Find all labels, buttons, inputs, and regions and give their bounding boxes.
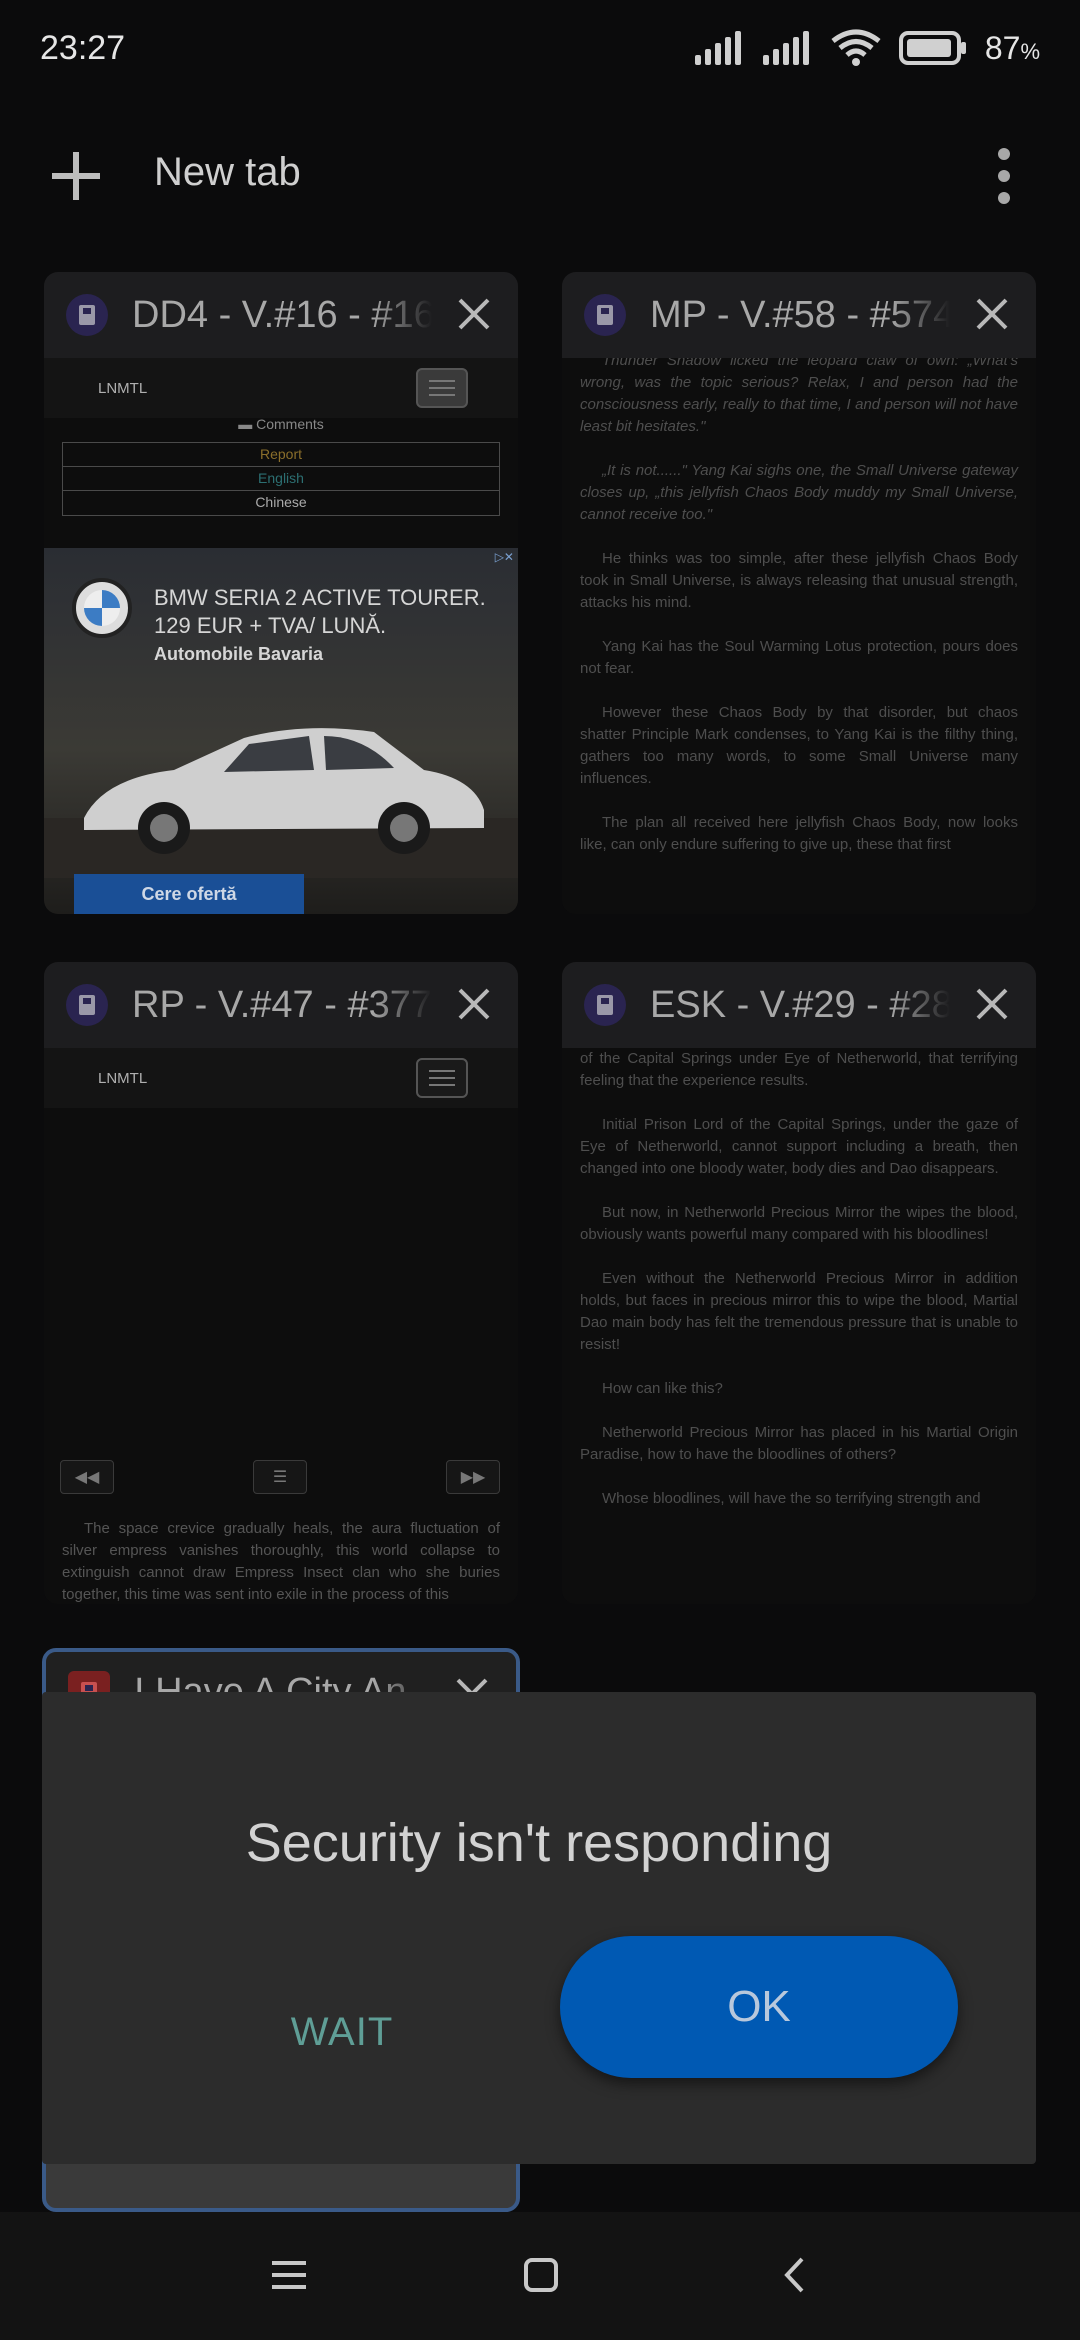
dialog-title: Security isn't responding	[245, 1813, 833, 1873]
report-item: Report	[63, 443, 499, 467]
tab-switcher-toolbar: New tab	[0, 120, 1080, 230]
favicon-icon	[584, 294, 626, 336]
tab-title: MP - V.#58 - #574	[650, 293, 950, 336]
advertisement: ▷✕ BMW SERIA 2 ACTIVE TOURER. 129 EUR + …	[44, 548, 518, 914]
site-logo: LNMTL	[98, 1069, 148, 1087]
tab-header: DD4 - V.#16 - #16	[44, 272, 518, 358]
options-table: Report English Chinese	[62, 442, 500, 516]
page-text: The space crevice gradually heals, the a…	[62, 1520, 500, 1603]
wait-button[interactable]: WAIT	[222, 1992, 462, 2072]
signal-1-icon	[694, 31, 741, 65]
tab-header: RP - V.#47 - #377	[44, 962, 518, 1048]
tab-thumbnail: LNMTL ▬ Comments Report English Chinese …	[44, 358, 518, 914]
favicon-icon	[66, 984, 108, 1026]
favicon-icon	[66, 294, 108, 336]
tab-title: DD4 - V.#16 - #16	[132, 293, 432, 336]
plus-icon[interactable]	[50, 150, 102, 202]
tab-thumbnail: Thunder Shadow licked the leopard claw o…	[562, 358, 1036, 914]
wifi-icon	[831, 29, 881, 66]
back-icon[interactable]	[782, 2256, 806, 2294]
site-header: LNMTL	[44, 1048, 518, 1108]
battery-percent: 87%	[984, 29, 1040, 66]
recents-menu-icon[interactable]	[272, 2260, 306, 2290]
tab-card[interactable]: MP - V.#58 - #574 Thunder Shadow licked …	[562, 272, 1036, 914]
status-icons: 87%	[694, 29, 1040, 67]
signal-2-icon	[762, 31, 809, 65]
comments-link: ▬ Comments	[238, 416, 324, 432]
tab-thumbnail: of the Capital Springs under Eye of Neth…	[562, 1048, 1036, 1604]
bmw-logo	[72, 578, 132, 638]
previous-chapter-icon: ◀◀	[60, 1460, 114, 1494]
new-tab-button[interactable]: New tab	[154, 150, 301, 195]
ad-choices-icon: ▷✕	[494, 550, 514, 564]
tab-card[interactable]: ESK - V.#29 - #283 of the Capital Spring…	[562, 962, 1036, 1604]
site-logo: LNMTL	[98, 379, 148, 397]
ad-brand: Automobile Bavaria	[154, 644, 324, 664]
tab-header: MP - V.#58 - #574	[562, 272, 1036, 358]
tab-card[interactable]: DD4 - V.#16 - #16 LNMTL ▬ Comments Repor…	[44, 272, 518, 914]
chapter-list-icon: ☰	[253, 1460, 307, 1494]
ad-cta-button: Cere ofertă	[74, 874, 304, 914]
status-bar: 23:27 87%	[0, 0, 1080, 96]
next-chapter-icon: ▶▶	[446, 1460, 500, 1494]
favicon-icon	[584, 984, 626, 1026]
tab-thumbnail: LNMTL ◀◀ ☰ ▶▶ The space crevice graduall…	[44, 1048, 518, 1604]
menu-icon	[416, 368, 468, 408]
page-text: of the Capital Springs under Eye of Neth…	[580, 1050, 1018, 1507]
close-icon[interactable]	[972, 294, 1012, 334]
close-icon[interactable]	[972, 984, 1012, 1024]
tab-header: ESK - V.#29 - #283	[562, 962, 1036, 1048]
menu-icon	[416, 1058, 468, 1098]
site-header: LNMTL	[44, 358, 518, 418]
tab-card[interactable]: RP - V.#47 - #377 LNMTL ◀◀ ☰ ▶▶ The spac…	[44, 962, 518, 1604]
car-image	[44, 728, 518, 878]
close-icon[interactable]	[454, 984, 494, 1024]
battery-icon	[898, 31, 966, 65]
ad-headline: BMW SERIA 2 ACTIVE TOURER. 129 EUR + TVA…	[154, 585, 486, 638]
chinese-item: Chinese	[255, 494, 307, 510]
app-not-responding-dialog: Security isn't responding WAIT OK	[42, 1692, 1036, 2164]
home-icon[interactable]	[524, 2258, 558, 2292]
tab-title: RP - V.#47 - #377	[132, 983, 432, 1026]
more-options-icon[interactable]	[984, 144, 1024, 208]
chapter-controls: ◀◀ ☰ ▶▶	[60, 1460, 500, 1496]
tab-title: ESK - V.#29 - #283	[650, 983, 950, 1026]
close-icon[interactable]	[454, 294, 494, 334]
system-navigation-bar	[0, 2212, 1080, 2340]
page-text: Thunder Shadow licked the leopard claw o…	[580, 358, 1018, 853]
english-item: English	[63, 467, 499, 491]
ok-button[interactable]: OK	[560, 1936, 958, 2078]
status-time: 23:27	[40, 28, 126, 67]
